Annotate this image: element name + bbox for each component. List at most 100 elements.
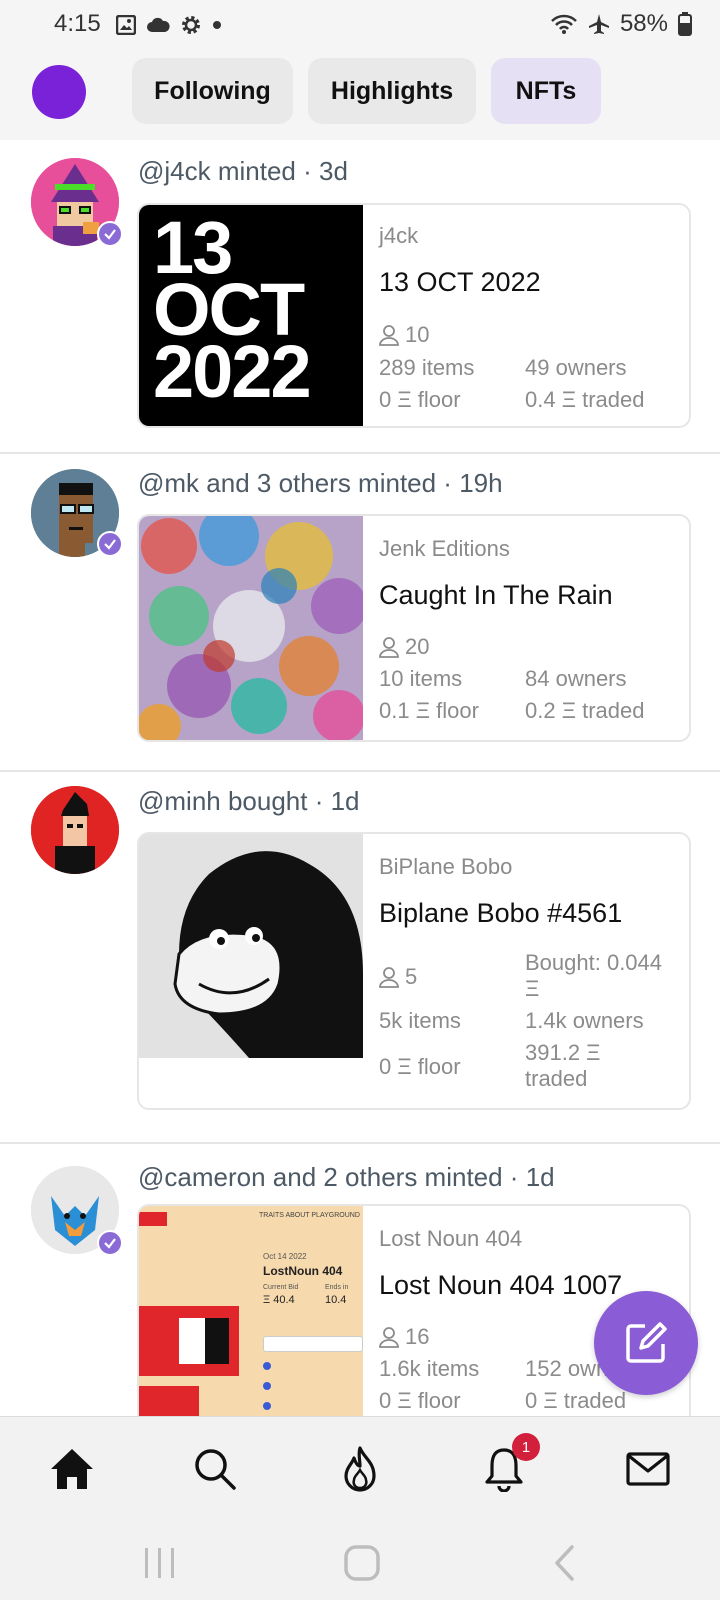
status-bar: 4:15 58% (0, 0, 720, 52)
traded-volume-line2: traded (525, 1066, 588, 1091)
image-icon (116, 15, 136, 35)
airplane-icon (588, 14, 609, 34)
bought-price: Bought: 0.044 Ξ (525, 950, 662, 1002)
nft-image-glasses (139, 1306, 239, 1416)
back-icon (555, 1545, 574, 1581)
traded-volume-line1: 391.2 Ξ (525, 1040, 601, 1065)
user-icon (379, 1327, 399, 1348)
nav-messages[interactable] (618, 1439, 678, 1499)
post-header[interactable]: @j4ck minted · 3d (138, 156, 348, 187)
floor-price: 0 Ξ floor (379, 1388, 461, 1413)
floor-price: 0 Ξ floor (379, 387, 461, 412)
status-system-icons: 58% (550, 10, 692, 38)
traded-volume: 391.2 Ξ traded (525, 1040, 600, 1092)
nft-image-bid2-value: 10.4 (325, 1294, 347, 1306)
nft-image-bid-input (263, 1336, 363, 1352)
bottom-navigation: 1 (0, 1416, 720, 1524)
owners-count: 49 owners (525, 355, 627, 380)
collection-name: Jenk Editions (379, 536, 510, 561)
home-icon (51, 1449, 93, 1489)
traded-volume: 0.4 Ξ traded (525, 387, 645, 412)
recents-icon (145, 1548, 174, 1578)
nft-image-bid2-label: Ends in (325, 1284, 349, 1291)
gear-icon (182, 16, 200, 34)
holders-count: 5 (379, 964, 417, 990)
holders-count: 10 (379, 322, 429, 348)
items-count: 5k items (379, 1008, 461, 1033)
wifi-icon (551, 14, 577, 34)
cloud-icon (147, 17, 170, 32)
user-icon (379, 325, 399, 346)
nft-title: Biplane Bobo #4561 (379, 898, 623, 928)
system-back-button[interactable] (540, 1538, 590, 1588)
holders-value: 20 (405, 634, 430, 659)
nft-image-dot (263, 1402, 271, 1410)
flame-icon (344, 1446, 376, 1492)
nav-home[interactable] (42, 1439, 102, 1499)
system-home-button[interactable] (337, 1538, 387, 1588)
check-icon (104, 539, 116, 550)
nav-search[interactable] (185, 1439, 245, 1499)
verified-badge (97, 1230, 123, 1256)
holders-value: 16 (405, 1324, 430, 1349)
floor-price: 0 Ξ floor (379, 1054, 461, 1079)
nft-image-date: Oct 14 2022 (263, 1252, 307, 1261)
nft-image-dot (263, 1382, 271, 1390)
check-icon (104, 229, 116, 240)
nft-image-nav: TRAITS ABOUT PLAYGROUND (139, 1206, 363, 1230)
floor-price: 0.1 Ξ floor (379, 698, 479, 723)
collection-name: BiPlane Bobo (379, 854, 513, 879)
owners-count: 84 owners (525, 666, 627, 691)
tab-highlights[interactable]: Highlights (308, 58, 476, 124)
nft-card[interactable]: Jenk Editions Caught In The Rain 20 10 i… (137, 514, 691, 742)
holders-count: 16 (379, 1324, 429, 1350)
nft-title: Caught In The Rain (379, 580, 613, 610)
tab-nfts[interactable]: NFTs (491, 58, 601, 124)
tab-following[interactable]: Following (132, 58, 293, 124)
bought-price-line1: Bought: 0.044 (525, 950, 663, 975)
nft-image-dot (263, 1362, 271, 1370)
mail-icon (626, 1452, 670, 1486)
nft-card[interactable]: 13 OCT 2022 j4ck 13 OCT 2022 10 289 item… (137, 203, 691, 428)
holders-value: 5 (405, 964, 418, 989)
nft-image-abstract (139, 516, 363, 740)
my-avatar[interactable] (32, 65, 86, 119)
collection-name: j4ck (379, 223, 419, 248)
nft-image-bid-label: Current Bid (263, 1284, 299, 1291)
traded-volume: 0 Ξ traded (525, 1388, 627, 1413)
avatar[interactable] (31, 786, 119, 874)
nft-image: TRAITS ABOUT PLAYGROUND Oct 14 2022 Lost… (139, 1206, 363, 1416)
nft-image: 13 OCT 2022 (139, 205, 363, 426)
system-recents-button[interactable] (135, 1538, 185, 1588)
nft-image (139, 516, 363, 740)
verified-badge (97, 531, 123, 557)
compose-button[interactable] (594, 1291, 698, 1395)
system-navigation (0, 1524, 720, 1600)
nft-feed[interactable]: @j4ck minted · 3d 13 OCT 2022 j4ck 13 OC… (0, 140, 720, 1416)
items-count: 1.6k items (379, 1356, 480, 1381)
holders-value: 10 (405, 322, 430, 347)
feed-post[interactable]: @j4ck minted · 3d 13 OCT 2022 j4ck 13 OC… (0, 140, 720, 454)
pixel-avatar-redbg (31, 786, 119, 874)
nav-trending[interactable] (330, 1439, 390, 1499)
nft-title: Lost Noun 404 1007 (379, 1270, 623, 1300)
feed-post[interactable]: @mk and 3 others minted · 19h Jenk Editi… (0, 454, 720, 772)
post-header[interactable]: @cameron and 2 others minted · 1d (138, 1162, 555, 1193)
notification-badge: 1 (512, 1433, 540, 1461)
home-circle-icon (344, 1545, 380, 1581)
dot-icon (213, 21, 221, 29)
battery-percent: 58% (619, 10, 668, 37)
user-icon (379, 967, 399, 988)
status-time: 4:15 (54, 10, 101, 37)
battery-icon (678, 12, 692, 36)
compose-icon (626, 1322, 667, 1363)
post-header[interactable]: @minh bought · 1d (138, 786, 360, 817)
feed-post[interactable]: @minh bought · 1d BiPlane Bobo Biplane B… (0, 772, 720, 1144)
nft-card[interactable]: BiPlane Bobo Biplane Bobo #4561 5 Bought… (137, 832, 691, 1110)
status-notification-icons (116, 14, 222, 36)
nft-image-name: LostNoun 404 (263, 1264, 343, 1278)
check-icon (104, 1238, 116, 1249)
nft-image-gorilla (139, 834, 363, 1058)
nft-image (139, 834, 363, 1058)
post-header[interactable]: @mk and 3 others minted · 19h (138, 468, 503, 499)
